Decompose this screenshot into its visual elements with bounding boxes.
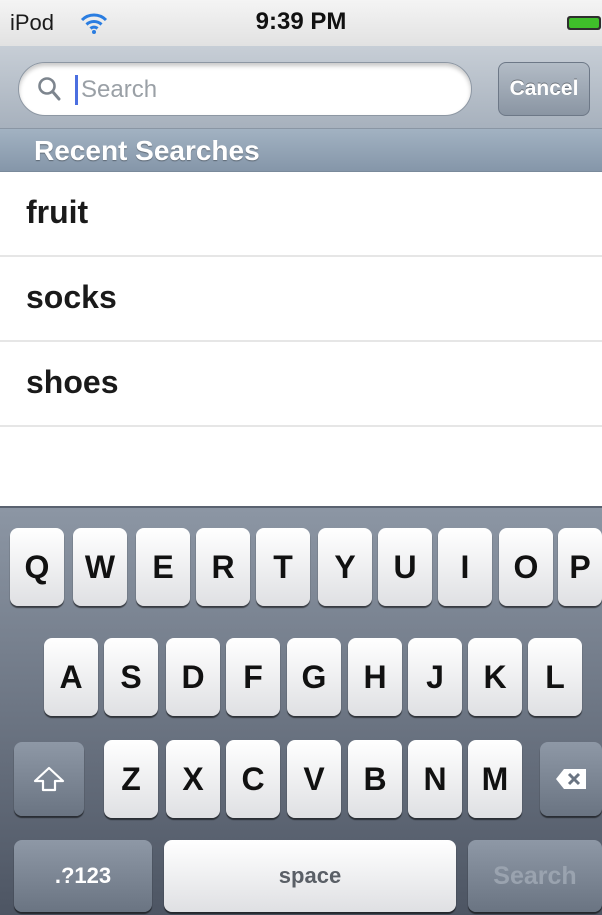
backspace-key[interactable] [540, 742, 602, 816]
search-key[interactable]: Search [468, 840, 602, 912]
key-c[interactable]: C [226, 740, 280, 818]
keyboard: Q W E R T Y U I O P A S D F G H J K L Z … [0, 506, 602, 915]
key-u[interactable]: U [378, 528, 432, 606]
recent-searches-header: Recent Searches [0, 129, 602, 172]
key-s[interactable]: S [104, 638, 158, 716]
key-z[interactable]: Z [104, 740, 158, 818]
key-x[interactable]: X [166, 740, 220, 818]
recent-searches-list: fruit socks shoes [0, 172, 602, 427]
key-y[interactable]: Y [318, 528, 372, 606]
key-l[interactable]: L [528, 638, 582, 716]
search-field[interactable] [18, 62, 472, 116]
section-title: Recent Searches [34, 135, 260, 166]
key-p[interactable]: P [558, 528, 602, 606]
cancel-button[interactable]: Cancel [498, 62, 590, 116]
search-bar: Cancel [0, 46, 602, 129]
list-item[interactable]: fruit [0, 172, 602, 257]
key-e[interactable]: E [136, 528, 190, 606]
key-i[interactable]: I [438, 528, 492, 606]
key-o[interactable]: O [499, 528, 553, 606]
list-item[interactable]: shoes [0, 342, 602, 427]
key-d[interactable]: D [166, 638, 220, 716]
key-w[interactable]: W [73, 528, 127, 606]
space-key[interactable]: space [164, 840, 456, 912]
key-n[interactable]: N [408, 740, 462, 818]
shift-icon [33, 766, 65, 792]
key-a[interactable]: A [44, 638, 98, 716]
text-cursor [75, 75, 78, 105]
list-item-label: fruit [26, 194, 89, 230]
key-k[interactable]: K [468, 638, 522, 716]
key-f[interactable]: F [226, 638, 280, 716]
key-r[interactable]: R [196, 528, 250, 606]
list-item-label: socks [26, 279, 117, 315]
list-item-label: shoes [26, 364, 119, 400]
key-h[interactable]: H [348, 638, 402, 716]
battery-icon [567, 16, 601, 30]
search-input[interactable] [79, 69, 463, 111]
status-bar: iPod 9:39 PM [0, 0, 602, 46]
numbers-key[interactable]: .?123 [14, 840, 152, 912]
search-icon [38, 77, 61, 101]
shift-key[interactable] [14, 742, 84, 816]
key-m[interactable]: M [468, 740, 522, 818]
key-t[interactable]: T [256, 528, 310, 606]
key-q[interactable]: Q [10, 528, 64, 606]
backspace-icon [556, 769, 586, 789]
status-time: 9:39 PM [255, 8, 347, 35]
key-j[interactable]: J [408, 638, 462, 716]
key-v[interactable]: V [287, 740, 341, 818]
key-b[interactable]: B [348, 740, 402, 818]
key-g[interactable]: G [287, 638, 341, 716]
list-item[interactable]: socks [0, 257, 602, 342]
